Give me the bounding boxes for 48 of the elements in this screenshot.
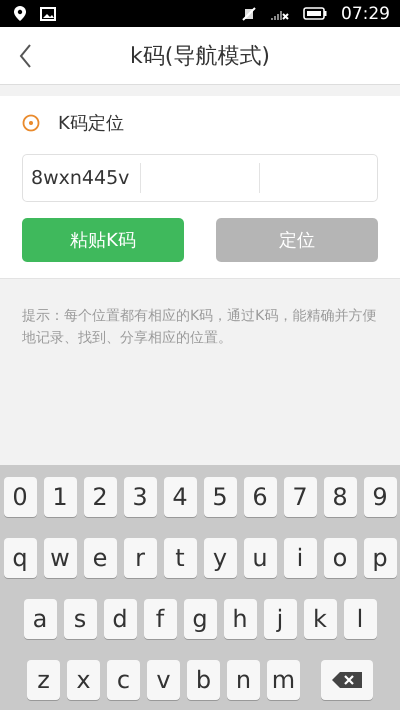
keyboard-key[interactable]: 0 (4, 477, 36, 517)
keyboard-key[interactable]: o (324, 538, 356, 578)
keyboard-key[interactable]: 5 (204, 477, 236, 517)
keyboard-key[interactable]: a (24, 599, 56, 639)
clock-time: 07:29 (341, 4, 390, 24)
keyboard-key[interactable]: 4 (164, 477, 196, 517)
battery-icon (303, 7, 327, 20)
keyboard-key[interactable]: j (264, 599, 296, 639)
keyboard-key[interactable]: h (224, 599, 256, 639)
vibrate-off-icon (241, 6, 257, 20)
keyboard-key[interactable]: 1 (44, 477, 76, 517)
keyboard-key[interactable]: n (227, 660, 260, 700)
keyboard-key[interactable]: x (67, 660, 100, 700)
backspace-key[interactable] (321, 660, 373, 700)
keyboard-key[interactable]: w (44, 538, 76, 578)
section-title: K码定位 (58, 112, 124, 135)
keyboard-key[interactable]: c (107, 660, 140, 700)
keyboard-key[interactable]: v (147, 660, 180, 700)
page-title: k码(导航模式) (130, 42, 270, 70)
keyboard-key[interactable]: k (304, 599, 336, 639)
keyboard-key[interactable]: l (344, 599, 376, 639)
keyboard-key[interactable]: u (244, 538, 276, 578)
keyboard-key[interactable]: q (4, 538, 36, 578)
keyboard-key[interactable]: y (204, 538, 236, 578)
target-icon (22, 114, 40, 132)
keyboard-key[interactable]: f (144, 599, 176, 639)
keyboard-key[interactable]: 6 (244, 477, 276, 517)
backspace-icon (332, 672, 362, 688)
hint-text: 提示：每个位置都有相应的K码，通过K码，能精确并方便地记录、找到、分享相应的位置。 (21, 307, 378, 348)
keyboard-key[interactable]: 3 (124, 477, 156, 517)
keyboard-key[interactable]: e (84, 538, 116, 578)
code-input-field[interactable]: 8wxn445v (22, 154, 378, 202)
keyboard-key[interactable]: 7 (284, 477, 316, 517)
keyboard-key[interactable]: t (164, 538, 196, 578)
keyboard-key[interactable]: m (267, 660, 300, 700)
keyboard-key[interactable]: g (184, 599, 216, 639)
keyboard-key[interactable]: p (364, 538, 396, 578)
keyboard-key[interactable]: s (64, 599, 96, 639)
keyboard-key[interactable]: d (104, 599, 136, 639)
keyboard-key[interactable]: 9 (364, 477, 396, 517)
location-icon (14, 6, 26, 21)
keyboard-key[interactable]: 2 (84, 477, 116, 517)
keyboard-key[interactable]: 8 (324, 477, 356, 517)
keyboard-key[interactable]: i (284, 538, 316, 578)
keyboard-key[interactable]: r (124, 538, 156, 578)
keyboard-key[interactable]: b (187, 660, 220, 700)
image-icon (40, 6, 56, 20)
keyboard-key[interactable]: z (27, 660, 60, 700)
